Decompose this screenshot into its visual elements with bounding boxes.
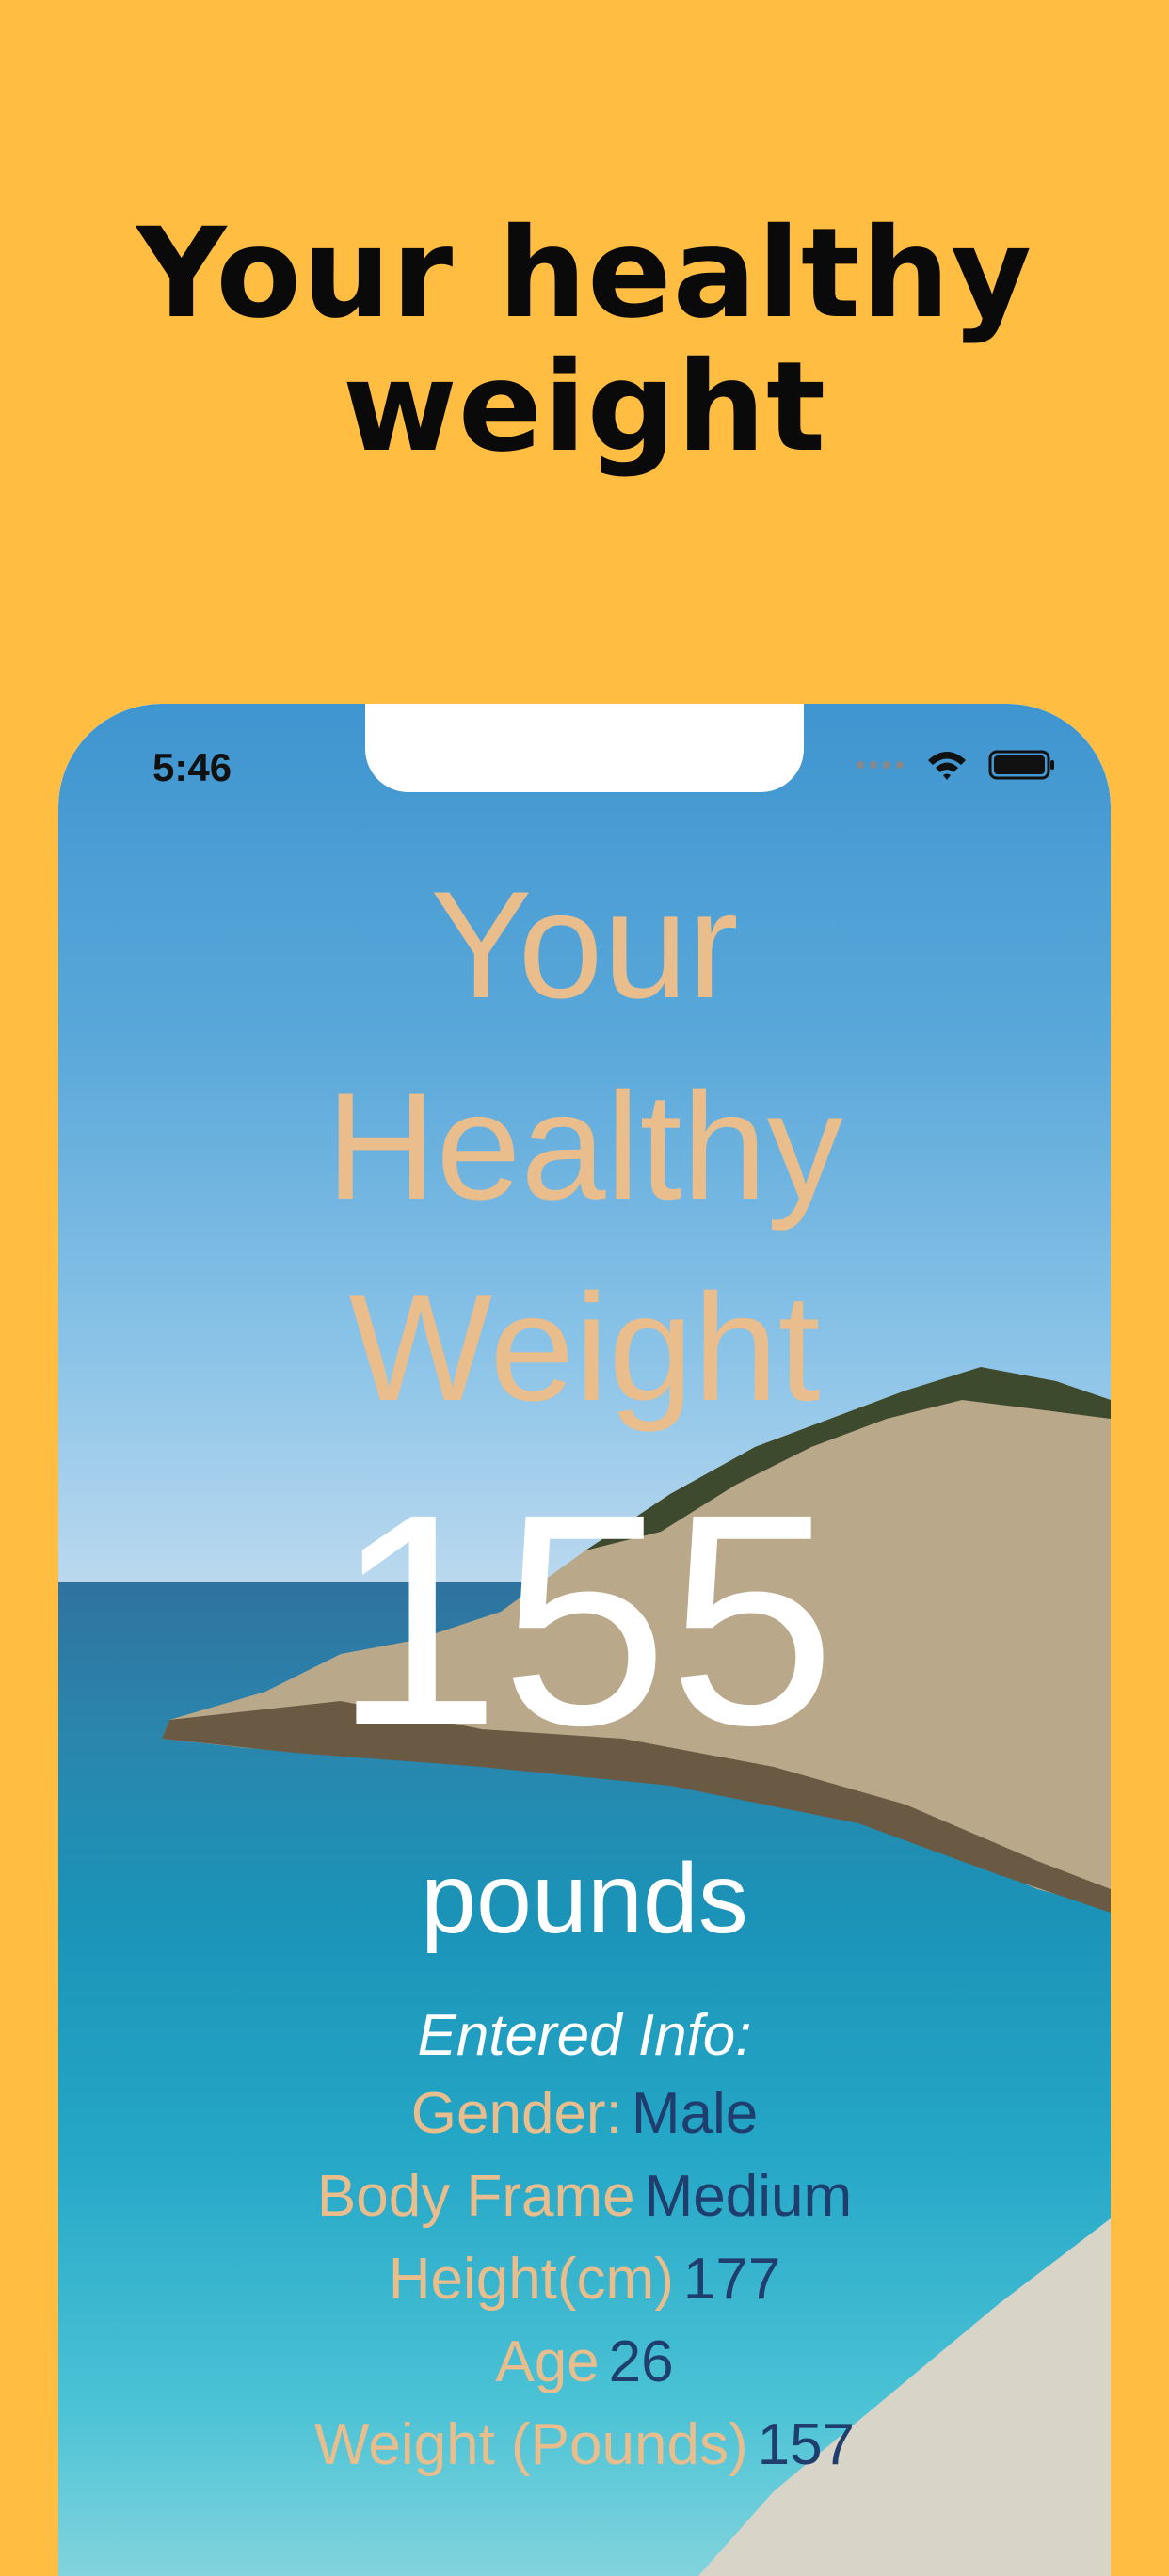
info-value: Medium (644, 2164, 853, 2229)
app-title-line1: Your (430, 860, 739, 1030)
signal-icon (857, 761, 904, 769)
info-value: 177 (682, 2247, 781, 2312)
info-label: Body Frame (316, 2164, 635, 2229)
app-screen: 5:46 Your Healthy Weight 155 pounds Ente… (58, 704, 1111, 2576)
wifi-icon (928, 752, 966, 780)
notch (365, 704, 804, 792)
info-label: Gender: (410, 2081, 622, 2146)
app-title-line3: Weight (348, 1263, 821, 1433)
battery-icon (988, 750, 1054, 780)
info-value: Male (631, 2081, 759, 2146)
promo-title: Your healthy weight (0, 207, 1169, 474)
app-title: Your Healthy Weight (58, 845, 1111, 1449)
info-row-body-frame: Body Frame Medium (58, 2163, 1111, 2230)
promo-title-line2: weight (342, 335, 827, 480)
info-label: Height(cm) (388, 2247, 674, 2312)
info-value: 157 (757, 2412, 856, 2477)
status-icons (855, 749, 1056, 781)
info-label: Age (495, 2330, 600, 2394)
info-value: 26 (608, 2330, 674, 2394)
weight-unit-label: pounds (421, 1843, 748, 1954)
info-row-height: Height(cm) 177 (58, 2246, 1111, 2313)
promo-title-line1: Your healthy (136, 201, 1033, 346)
healthy-weight-value: 155 (333, 1451, 836, 1788)
info-row-age: Age 26 (58, 2329, 1111, 2395)
phone-frame: 5:46 Your Healthy Weight 155 pounds Ente… (58, 704, 1111, 2576)
info-row-gender: Gender: Male (58, 2080, 1111, 2147)
info-row-weight: Weight (Pounds) 157 (58, 2411, 1111, 2478)
app-title-line2: Healthy (326, 1061, 843, 1232)
entered-info-heading: Entered Info: (417, 2003, 752, 2068)
status-time: 5:46 (152, 745, 232, 789)
info-label: Weight (Pounds) (313, 2412, 748, 2477)
